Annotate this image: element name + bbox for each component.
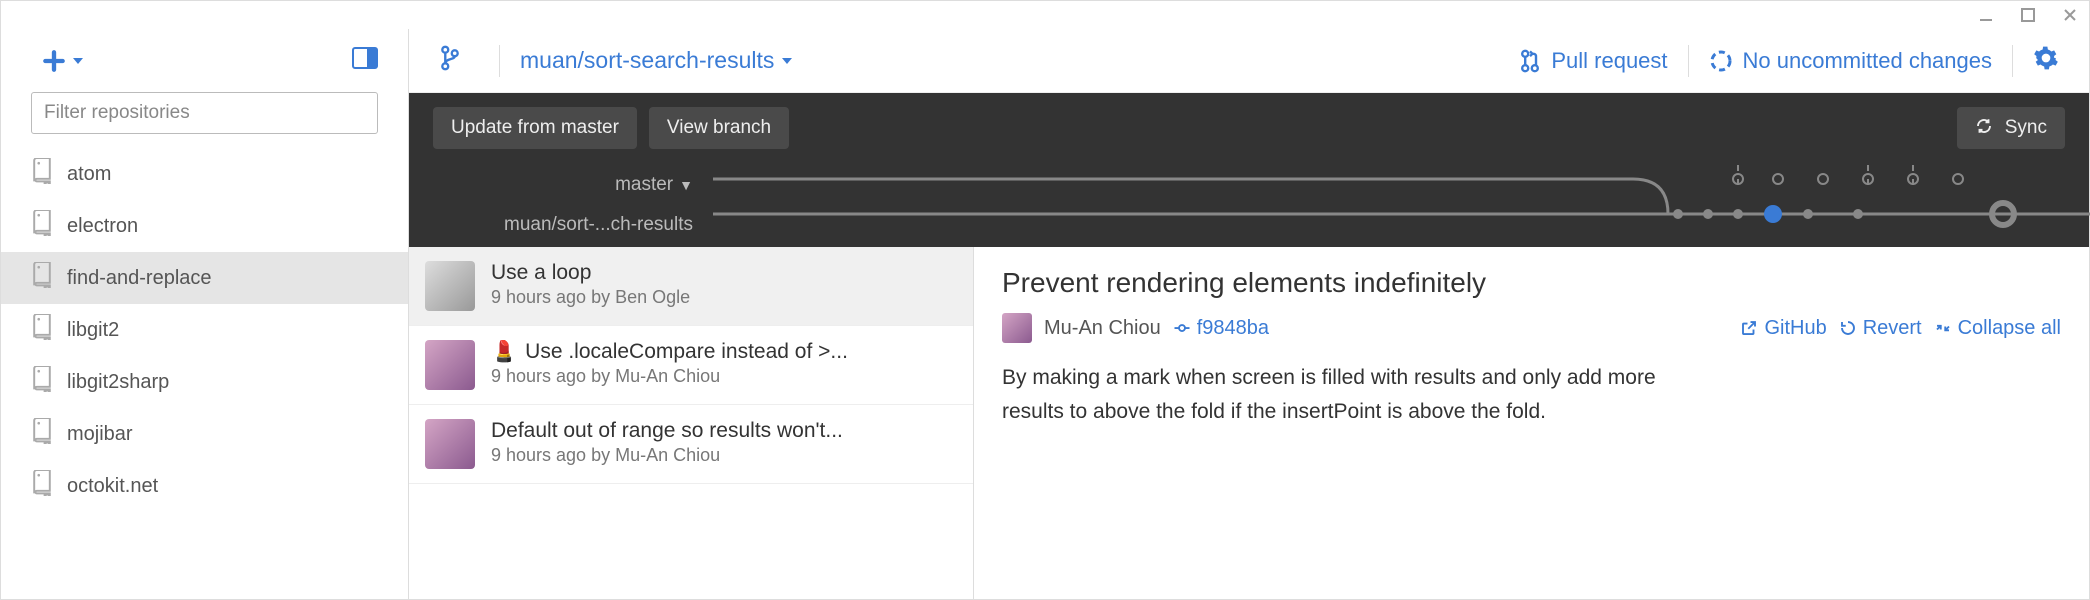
settings-button[interactable] xyxy=(2033,45,2059,76)
collapse-all-button[interactable]: Collapse all xyxy=(1934,317,2061,340)
pull-request-button[interactable]: Pull request xyxy=(1519,48,1667,74)
divider xyxy=(499,45,500,77)
sidebar-repo-item[interactable]: electron xyxy=(1,200,408,252)
repo-icon xyxy=(31,210,53,242)
repo-name: libgit2 xyxy=(67,319,119,342)
panel-toggle-button[interactable] xyxy=(352,47,378,74)
master-branch-label: master xyxy=(615,174,673,196)
repo-icon xyxy=(31,158,53,190)
changes-label: No uncommitted changes xyxy=(1743,48,1992,74)
repo-name: mojibar xyxy=(67,423,133,446)
repo-icon xyxy=(31,262,53,294)
external-link-icon xyxy=(1740,319,1758,337)
repo-name: find-and-replace xyxy=(67,267,212,290)
github-label: GitHub xyxy=(1764,317,1826,340)
divider xyxy=(2012,45,2013,77)
open-in-github-button[interactable]: GitHub xyxy=(1740,317,1826,340)
revert-label: Revert xyxy=(1863,317,1922,340)
commit-item[interactable]: Default out of range so results won't...… xyxy=(409,405,973,484)
sidebar-repo-item[interactable]: find-and-replace xyxy=(1,252,408,304)
window-maximize-button[interactable] xyxy=(2021,8,2035,22)
commit-avatar xyxy=(425,340,475,390)
collapse-label: Collapse all xyxy=(1958,317,2061,340)
collapse-icon xyxy=(1934,319,1952,337)
commit-list: Use a loop9 hours ago by Ben Ogle💄 Use .… xyxy=(409,247,974,599)
author-name: Mu-An Chiou xyxy=(1044,317,1161,340)
commit-avatar xyxy=(425,261,475,311)
pull-request-label: Pull request xyxy=(1551,48,1667,74)
branch-selector[interactable]: muan/sort-search-results xyxy=(520,47,792,74)
filter-repositories-input[interactable] xyxy=(31,92,378,134)
commit-detail-title: Prevent rendering elements indefinitely xyxy=(1002,267,2061,299)
commit-meta: 9 hours ago by Mu-An Chiou xyxy=(491,366,957,387)
sidebar-repo-item[interactable]: libgit2sharp xyxy=(1,356,408,408)
caret-down-icon: ▼ xyxy=(679,177,693,193)
commit-detail-body: By making a mark when screen is filled w… xyxy=(1002,361,1682,428)
commit-title: 💄 Use .localeCompare instead of >... xyxy=(491,340,957,364)
branch-name-label: muan/sort-search-results xyxy=(520,47,774,74)
commit-avatar xyxy=(425,419,475,469)
sidebar-repo-item[interactable]: atom xyxy=(1,148,408,200)
commit-title: Use a loop xyxy=(491,261,957,285)
repo-icon xyxy=(31,366,53,398)
commit-graph[interactable] xyxy=(713,159,2090,239)
gear-icon xyxy=(2033,45,2059,71)
caret-down-icon xyxy=(782,58,792,64)
sync-label: Sync xyxy=(2005,117,2047,138)
commit-icon xyxy=(1173,319,1191,337)
repo-icon xyxy=(31,314,53,346)
divider xyxy=(1688,45,1689,77)
commit-item[interactable]: 💄 Use .localeCompare instead of >...9 ho… xyxy=(409,326,973,405)
commit-item[interactable]: Use a loop9 hours ago by Ben Ogle xyxy=(409,247,973,326)
window-titlebar xyxy=(1,1,2089,29)
revert-button[interactable]: Revert xyxy=(1839,317,1922,340)
repo-name: atom xyxy=(67,163,111,186)
repo-name: electron xyxy=(67,215,138,238)
window-close-button[interactable] xyxy=(2063,8,2077,22)
commit-title: Default out of range so results won't... xyxy=(491,419,957,443)
repo-name: octokit.net xyxy=(67,475,158,498)
add-repo-button[interactable] xyxy=(41,48,83,74)
pull-request-icon xyxy=(1519,49,1541,73)
sync-icon xyxy=(1975,117,1998,138)
commit-emoji: 💄 xyxy=(491,340,517,364)
feature-branch-label: muan/sort-...ch-results xyxy=(504,214,693,236)
sha-label: f9848ba xyxy=(1197,317,1269,340)
sidebar-repo-item[interactable]: mojibar xyxy=(1,408,408,460)
commit-meta: 9 hours ago by Mu-An Chiou xyxy=(491,445,957,466)
window-minimize-button[interactable] xyxy=(1979,8,1993,22)
repo-list: atom electron find-and-replace libgit2 libgi… xyxy=(1,148,408,599)
revert-icon xyxy=(1839,319,1857,337)
sync-button[interactable]: Sync xyxy=(1957,107,2065,149)
caret-down-icon xyxy=(73,58,83,64)
commit-meta: 9 hours ago by Ben Ogle xyxy=(491,287,957,308)
sidebar-repo-item[interactable]: libgit2 xyxy=(1,304,408,356)
view-branch-button[interactable]: View branch xyxy=(649,107,789,149)
sidebar-repo-item[interactable]: octokit.net xyxy=(1,460,408,512)
commit-sha-link[interactable]: f9848ba xyxy=(1173,317,1269,340)
repo-icon xyxy=(31,470,53,502)
update-from-master-button[interactable]: Update from master xyxy=(433,107,637,149)
repo-name: libgit2sharp xyxy=(67,371,169,394)
uncommitted-changes-button[interactable]: No uncommitted changes xyxy=(1709,48,1992,74)
changes-icon xyxy=(1709,49,1733,73)
author-avatar xyxy=(1002,313,1032,343)
repo-icon xyxy=(31,418,53,450)
branch-icon xyxy=(439,45,461,76)
